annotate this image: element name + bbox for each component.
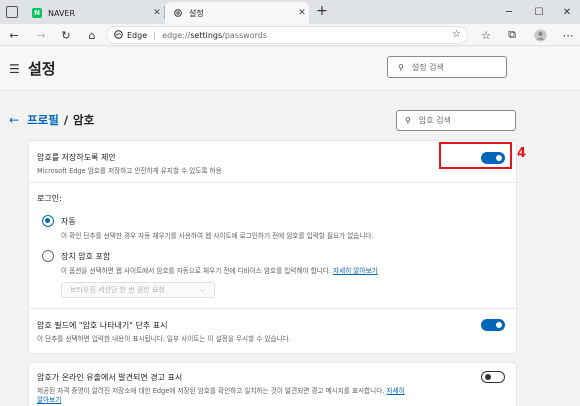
navigation-bar: ← → ↻ ⌂ Edge edge://settings/passwords ☆… bbox=[0, 24, 580, 46]
maximize-button[interactable]: ☐ bbox=[524, 0, 554, 24]
leak-alert-desc-cont: 알아보기 bbox=[37, 394, 61, 404]
settings-search-input[interactable]: ⚲ 설정 검색 bbox=[387, 56, 507, 78]
auth-frequency-dropdown[interactable]: 브라우징 세션당 한 번 권한 요청 ⌵ bbox=[61, 282, 215, 298]
chevron-down-icon: ⌵ bbox=[199, 285, 206, 294]
forward-icon[interactable]: → bbox=[33, 27, 49, 43]
offer-save-title: 암호를 저장하도록 제안 bbox=[37, 153, 116, 162]
divider bbox=[29, 182, 518, 183]
reveal-button-toggle[interactable] bbox=[481, 319, 505, 331]
favorites-icon[interactable]: ☆ bbox=[478, 27, 494, 43]
settings-header: ☰ 설정 ⚲ 설정 검색 bbox=[0, 47, 580, 91]
new-tab-button[interactable]: + bbox=[314, 4, 330, 20]
back-icon[interactable]: ← bbox=[6, 27, 22, 43]
password-settings-card: 암호를 저장하도록 제안 Microsoft Edge 암호를 저장하고 안전하… bbox=[28, 140, 518, 354]
breadcrumb-current: 암호 bbox=[73, 113, 95, 127]
search-placeholder: 설정 검색 bbox=[411, 62, 444, 72]
scrollbar[interactable] bbox=[573, 91, 580, 406]
tab-actions-icon[interactable] bbox=[6, 6, 18, 18]
close-window-button[interactable]: ✕ bbox=[552, 0, 580, 24]
leak-alert-toggle[interactable] bbox=[481, 371, 505, 383]
refresh-icon[interactable]: ↻ bbox=[58, 27, 74, 43]
device-password-desc: 이 옵션을 선택하면 웹 사이트에서 암호를 자동으로 채우기 전에 디바이스 … bbox=[61, 267, 378, 275]
profile-avatar-icon[interactable] bbox=[532, 27, 548, 43]
collections-icon[interactable]: ⧉ bbox=[504, 27, 520, 43]
tab-naver[interactable]: N NAVER ✕ bbox=[24, 2, 164, 24]
divider bbox=[29, 308, 518, 309]
auto-desc: 이 확인 단추를 선택한 경우 자동 채우기를 사용하여 웹 사이트에 로그인하… bbox=[61, 232, 374, 240]
back-arrow-icon[interactable]: ← bbox=[9, 113, 19, 127]
password-search-placeholder: 암호 검색 bbox=[418, 116, 451, 125]
search-icon: ⚲ bbox=[398, 62, 404, 72]
breadcrumb: ← 프로필 / 암호 bbox=[9, 112, 94, 128]
address-url: edge://settings/passwords bbox=[162, 30, 267, 40]
address-site-label: Edge bbox=[127, 30, 156, 40]
auto-radio[interactable] bbox=[42, 215, 54, 227]
edge-logo-icon bbox=[114, 29, 123, 41]
tab-strip: N NAVER ✕ 설정 ✕ + ─ ☐ ✕ bbox=[0, 0, 580, 24]
leak-alert-card: 암호가 온라인 유출에서 발견되면 경고 표시 제공된 자격 증명이 알려진 저… bbox=[28, 362, 517, 406]
dropdown-value: 브라우징 세션당 한 번 권한 요청 bbox=[70, 286, 165, 294]
tab-title: NAVER bbox=[48, 8, 76, 18]
tab-settings[interactable]: 설정 ✕ bbox=[165, 2, 309, 24]
reveal-button-title: 암호 필드에 "암호 나타내기" 단추 표시 bbox=[37, 321, 168, 330]
reveal-button-desc: 이 단추를 선택하면 입력한 내용이 표시됩니다. 일부 사이트는 이 설정을 … bbox=[37, 335, 291, 343]
more-menu-icon[interactable]: ⋯ bbox=[560, 27, 576, 43]
close-tab-icon[interactable]: ✕ bbox=[295, 8, 309, 18]
address-bar[interactable]: Edge edge://settings/passwords ☆ bbox=[106, 26, 468, 44]
learn-more-link[interactable]: 자세히 알아보기 bbox=[333, 267, 378, 275]
gear-icon bbox=[173, 8, 183, 18]
breadcrumb-separator: / bbox=[63, 113, 69, 127]
device-password-radio[interactable] bbox=[42, 250, 54, 262]
device-password-title: 장치 암호 포함 bbox=[61, 252, 111, 261]
leak-alert-desc: 제공된 자격 증명이 알려진 저장소에 대한 Edge에 저장된 암호를 확인하… bbox=[37, 387, 405, 395]
search-icon: ⚲ bbox=[405, 116, 411, 125]
breadcrumb-profile-link[interactable]: 프로필 bbox=[27, 112, 59, 128]
close-tab-icon[interactable]: ✕ bbox=[150, 8, 164, 18]
learn-more-link[interactable]: 자세히 bbox=[386, 387, 404, 395]
annotation-number: 4 bbox=[517, 146, 527, 161]
password-search-input[interactable]: ⚲ 암호 검색 bbox=[396, 110, 516, 131]
tab-title: 설정 bbox=[189, 8, 204, 18]
offer-save-desc: Microsoft Edge 암호를 저장하고 안전하게 유지할 수 있도록 허… bbox=[37, 167, 222, 175]
naver-favicon-icon: N bbox=[32, 8, 42, 18]
hamburger-menu-icon[interactable]: ☰ bbox=[9, 62, 20, 76]
auto-title: 자동 bbox=[61, 217, 76, 226]
favorite-star-icon[interactable]: ☆ bbox=[452, 29, 461, 40]
signin-label: 로그인: bbox=[37, 194, 62, 203]
leak-alert-title: 암호가 온라인 유출에서 발견되면 경고 표시 bbox=[37, 373, 183, 382]
minimize-button[interactable]: ─ bbox=[494, 0, 524, 24]
home-icon[interactable]: ⌂ bbox=[84, 27, 100, 43]
learn-more-link-cont[interactable]: 알아보기 bbox=[37, 396, 61, 404]
page-title: 설정 bbox=[28, 60, 56, 78]
annotation-highlight-box bbox=[439, 142, 512, 169]
